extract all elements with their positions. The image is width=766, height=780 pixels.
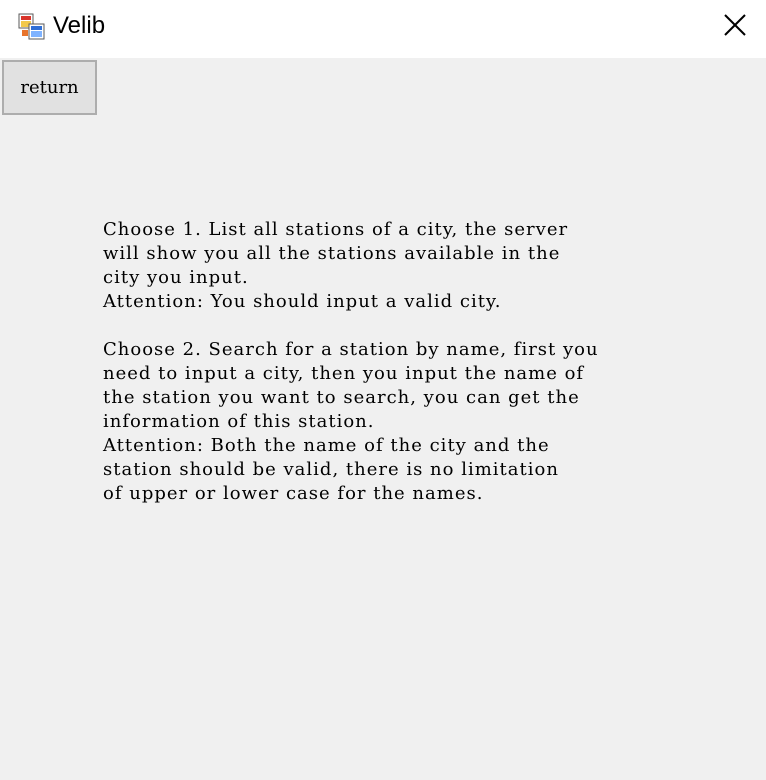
close-button[interactable]: [706, 2, 764, 52]
client-area: return Choose 1. List all stations of a …: [0, 58, 766, 780]
window-title: Velib: [53, 12, 106, 39]
return-button[interactable]: return: [2, 60, 97, 115]
title-bar[interactable]: Velib: [0, 0, 766, 58]
app-window: Velib return Choose 1. List all stations…: [0, 0, 766, 780]
close-icon: [723, 13, 747, 42]
instructions-text: Choose 1. List all stations of a city, t…: [103, 219, 599, 504]
app-window-icon: [18, 13, 46, 41]
